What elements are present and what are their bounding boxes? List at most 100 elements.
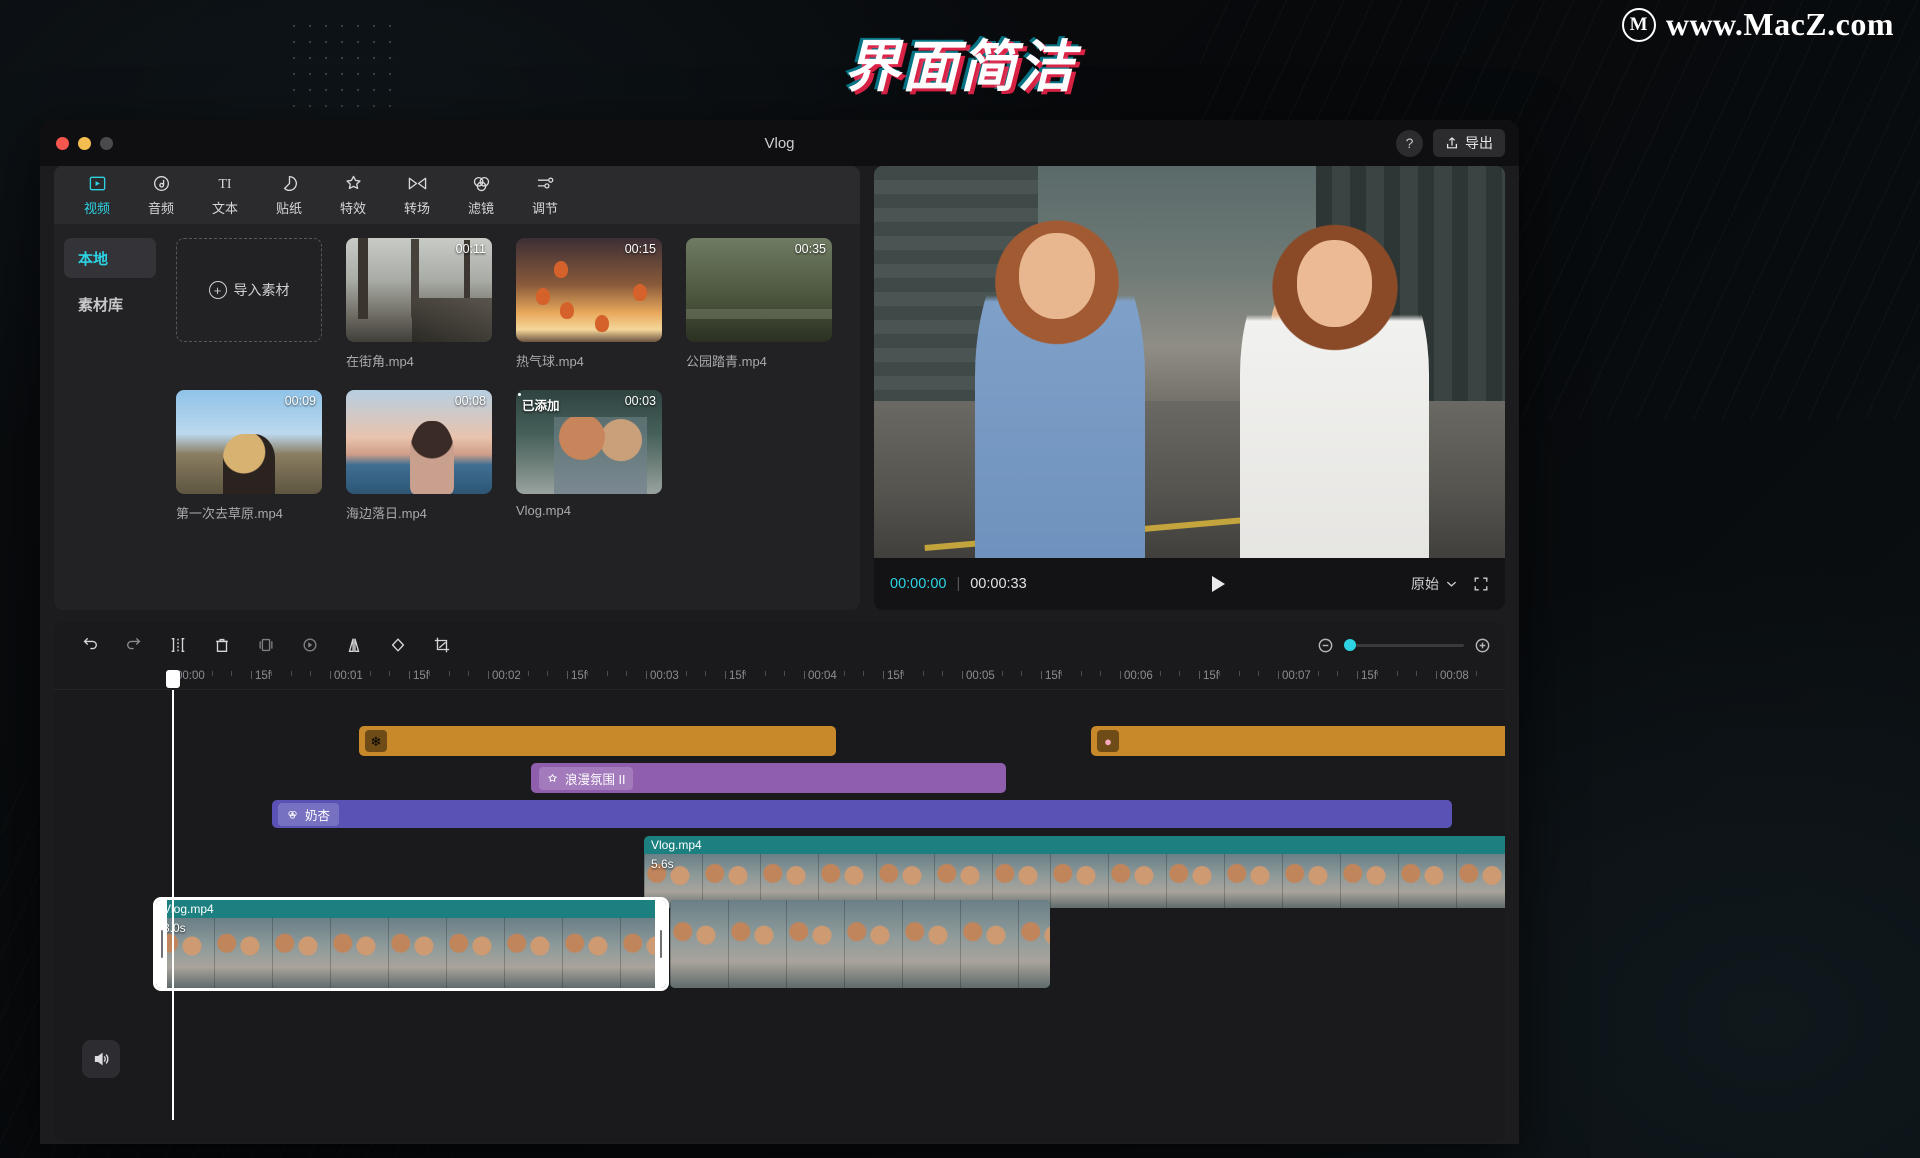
app-window: Vlog ? 导出 视频 音频 TI 文本 贴纸 特效 转场 滤镜 调节 本地 … [40,120,1519,1144]
media-thumbnail[interactable]: 00:08 [346,390,492,494]
tab-sticker-label: 贴纸 [275,200,302,216]
timeline-clip-sticker[interactable]: ● [1091,726,1505,756]
effects-icon [548,773,557,782]
fullscreen-icon[interactable] [1473,576,1489,592]
video-icon [88,174,107,194]
trim-handle-left[interactable] [156,900,167,988]
minimize-window-button[interactable] [78,136,91,150]
ruler-tick-mark [843,671,845,676]
media-duration: 00:09 [284,394,316,408]
export-button[interactable]: 导出 [1433,129,1505,157]
media-item[interactable]: 00:09 第一次去草原.mp4 [176,390,322,530]
ruler-tick-mark [1317,671,1319,676]
delete-button[interactable] [200,628,244,662]
media-thumbnail[interactable]: 00:09 [176,390,322,494]
ruler-tick-mark [784,671,786,676]
playhead-handle[interactable] [166,670,180,688]
maximize-window-button[interactable] [100,136,113,150]
filter-icon [288,810,297,819]
media-item[interactable]: 00:08 海边落日.mp4 [346,390,492,530]
sidebar-item-stock-label: 素材库 [78,296,124,314]
ruler-tick-label: 00:03 [650,670,679,682]
import-media-cell: + 导入素材 [176,238,322,378]
mute-button[interactable] [82,1040,120,1078]
total-time: 00:00:33 [970,576,1027,592]
sidebar-item-local-label: 本地 [78,250,109,268]
trim-handle-right[interactable] [655,900,666,988]
playhead[interactable] [166,670,180,1120]
media-thumbnail[interactable]: 00:11 [346,238,492,342]
zoom-slider[interactable] [1344,639,1464,651]
effects-icon [344,174,363,194]
timeline-clip-effect[interactable]: 浪漫氛围 II [531,763,1006,793]
tab-text[interactable]: TI 文本 [194,169,256,221]
media-thumbnail[interactable]: 00:15 [516,238,662,342]
sidebar-item-stock[interactable]: 素材库 [64,284,156,324]
close-window-button[interactable] [56,136,69,150]
current-time: 00:00:00 [890,576,947,592]
timeline-clip-video-selected[interactable]: Vlog.mp4 3.0s [153,897,669,991]
media-item[interactable]: 00:35 公园踏青.mp4 [686,238,832,378]
ruler-tick-mark [1021,671,1023,676]
ruler-tick-mark [646,671,647,679]
ruler-tick-mark [1416,671,1418,676]
filter-clip-label-group: 奶杏 [278,802,340,826]
zoom-in-icon[interactable] [1474,637,1491,654]
tab-video[interactable]: 视频 [66,169,128,221]
media-thumbnail[interactable]: 已添加 00:03 [516,390,662,494]
ruler-tick-mark [349,671,351,676]
tab-sticker[interactable]: 贴纸 [258,169,320,221]
ruler-tick-label: 15f [1045,670,1061,682]
ruler-tick-mark [626,671,628,676]
play-button[interactable] [1037,576,1401,592]
ruler-tick-mark [922,671,924,676]
ruler-tick-mark [1278,671,1279,679]
help-icon[interactable]: ? [1396,129,1423,157]
promo-stage: 界面简洁 M www.MacZ.com Vlog ? 导出 视频 音频 TI 文… [0,0,1920,1158]
rotate-icon [391,638,405,652]
timeline-clip-sticker[interactable]: ❄ [359,726,836,756]
timeline-zoom-control [1317,637,1491,654]
redo-button[interactable] [112,628,156,662]
ruler-tick-mark [962,671,963,679]
mirror-button[interactable] [332,628,376,662]
tab-filter-label: 滤镜 [467,200,494,216]
ruler-tick-mark [863,671,865,676]
media-item[interactable]: 00:11 在街角.mp4 [346,238,492,378]
macz-logo-icon: M [1621,7,1656,42]
ruler-tick-mark [1060,671,1062,676]
freeze-frame-button[interactable] [244,628,288,662]
zoom-slider-handle[interactable] [1344,639,1356,651]
aspect-ratio-select[interactable]: 原始 [1411,574,1457,594]
reverse-button[interactable] [288,628,332,662]
media-item[interactable]: 00:15 热气球.mp4 [516,238,662,378]
media-thumbnail[interactable]: 00:35 [686,238,832,342]
ruler-tick-label: 15f [887,670,903,682]
zoom-out-icon[interactable] [1317,637,1334,654]
timeline-ruler[interactable]: 00:00 15f 00:01 15f 00:02 15f 00:03 15f 00:04 15f… [54,668,1505,690]
sidebar-item-local[interactable]: 本地 [64,238,156,278]
tab-audio[interactable]: 音频 [130,169,192,221]
split-button[interactable] [156,628,200,662]
chevron-down-icon [1446,581,1457,587]
tab-effects[interactable]: 特效 [322,169,384,221]
preview-stage[interactable] [874,166,1505,558]
crop-button[interactable] [420,628,464,662]
timeline-clip-video-tail[interactable] [670,900,1050,988]
timeline-clip-filter[interactable]: 奶杏 [272,800,1452,828]
ruler-tick-mark [744,671,746,676]
ruler-tick-mark [1357,671,1358,679]
transition-icon [407,174,428,194]
import-media-button[interactable]: + 导入素材 [176,238,322,342]
ruler-tick-mark [1396,671,1398,676]
timeline-clip-video-upper[interactable]: Vlog.mp4 5.6s [644,836,1505,908]
window-controls[interactable] [56,136,113,150]
tab-transition[interactable]: 转场 [386,169,448,221]
tab-adjust[interactable]: 调节 [514,169,576,221]
tab-filter[interactable]: 滤镜 [450,169,512,221]
ruler-tick-mark [1436,671,1437,679]
undo-button[interactable] [68,628,112,662]
media-item[interactable]: 已添加 00:03 Vlog.mp4 [516,390,662,530]
rotate-button[interactable] [376,628,420,662]
watermark: M www.MacZ.com [1621,6,1894,43]
